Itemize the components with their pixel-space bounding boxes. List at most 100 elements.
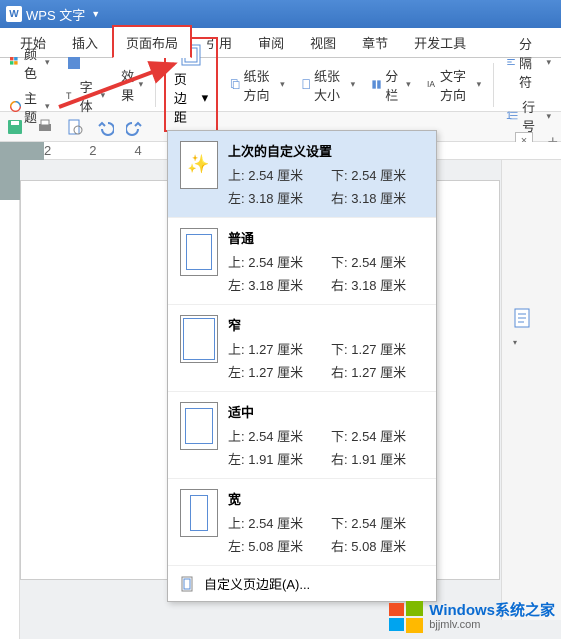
line-number-icon: 1 xyxy=(506,108,519,124)
preset-title: 上次的自定义设置 xyxy=(228,141,424,160)
columns-button[interactable]: 分栏▾ xyxy=(367,64,415,106)
custom-margins-label: 自定义页边距(A)... xyxy=(204,574,310,593)
app-logo: W xyxy=(6,6,22,22)
line-numbers-button[interactable]: 1 行号▾ xyxy=(502,95,555,137)
line-numbers-label: 行号 xyxy=(522,97,543,135)
breaks-button[interactable]: 分隔符▾ xyxy=(502,32,555,93)
ruler-margin xyxy=(0,160,20,200)
preset-left: 左: 3.18 厘米 xyxy=(228,188,321,207)
size-button[interactable]: 纸张大小▾ xyxy=(297,64,360,106)
square-icon xyxy=(66,55,82,71)
ruler-tick: 4 xyxy=(134,143,141,158)
save-icon[interactable] xyxy=(6,118,24,136)
size-label: 纸张大小 xyxy=(314,66,348,104)
effect-label: 效果 xyxy=(121,66,135,104)
breaks-label: 分隔符 xyxy=(519,34,544,91)
undo-icon[interactable] xyxy=(96,118,114,136)
page-size-icon xyxy=(301,77,311,93)
preset-top: 上: 2.54 厘米 xyxy=(228,513,321,532)
title-bar: W WPS 文字 ▼ xyxy=(0,0,561,28)
preset-bottom: 下: 2.54 厘米 xyxy=(331,165,424,184)
ribbon: 颜色▾ 主题▾ T 字体▾ 效果▾ 页边距▾ 纸张方向▾ 纸张大小▾ xyxy=(0,58,561,112)
tab-sections[interactable]: 章节 xyxy=(350,27,400,57)
preset-title: 窄 xyxy=(228,315,424,334)
app-dropdown-icon[interactable]: ▼ xyxy=(91,9,100,19)
chevron-down-icon: ▾ xyxy=(513,338,517,347)
margins-preset-narrow[interactable]: 窄 上: 1.27 厘米 下: 1.27 厘米 左: 1.27 厘米 右: 1.… xyxy=(168,305,436,392)
tab-view[interactable]: 视图 xyxy=(298,27,348,57)
chevron-down-icon: ▾ xyxy=(546,57,551,68)
orientation-icon xyxy=(230,77,240,93)
vertical-ruler[interactable] xyxy=(0,160,20,639)
tab-page-layout[interactable]: 页面布局 xyxy=(112,25,192,58)
watermark: Windows系统之家 bjjmlv.com xyxy=(389,601,555,633)
preset-thumb-icon xyxy=(180,402,218,450)
tab-developer[interactable]: 开发工具 xyxy=(402,27,478,57)
columns-label: 分栏 xyxy=(385,66,403,104)
print-icon[interactable] xyxy=(36,118,54,136)
colors-button[interactable]: 颜色▾ xyxy=(6,42,54,84)
chevron-down-icon: ▾ xyxy=(101,90,106,101)
chevron-down-icon: ▾ xyxy=(406,79,411,90)
separator xyxy=(493,63,494,107)
svg-text:T: T xyxy=(66,91,72,101)
windows-logo-icon xyxy=(389,601,425,633)
chevron-down-icon: ▾ xyxy=(202,90,209,106)
preset-right: 右: 5.08 厘米 xyxy=(331,536,424,555)
right-panel: ▾ xyxy=(501,160,561,620)
margins-custom[interactable]: 自定义页边距(A)... xyxy=(168,566,436,601)
preset-left: 左: 5.08 厘米 xyxy=(228,536,321,555)
tab-review[interactable]: 审阅 xyxy=(246,27,296,57)
margins-preset-normal[interactable]: 普通 上: 2.54 厘米 下: 2.54 厘米 左: 3.18 厘米 右: 3… xyxy=(168,218,436,305)
preset-thumb-icon xyxy=(180,228,218,276)
margins-preset-wide[interactable]: 宽 上: 2.54 厘米 下: 2.54 厘米 左: 5.08 厘米 右: 5.… xyxy=(168,479,436,566)
ruler-tick: 2 xyxy=(89,143,96,158)
preset-bottom: 下: 1.27 厘米 xyxy=(331,339,424,358)
svg-text:IA: IA xyxy=(427,79,435,89)
preview-icon[interactable] xyxy=(66,118,84,136)
preset-right: 右: 3.18 厘米 xyxy=(331,275,424,294)
margins-preset-last[interactable]: 上次的自定义设置 上: 2.54 厘米 下: 2.54 厘米 左: 3.18 厘… xyxy=(168,131,436,218)
ruler-margin xyxy=(0,142,44,160)
font-button[interactable]: T 字体▾ xyxy=(62,75,110,117)
preset-bottom: 下: 2.54 厘米 xyxy=(331,513,424,532)
preset-thumb-icon xyxy=(180,141,218,189)
preset-title: 宽 xyxy=(228,489,424,508)
chevron-down-icon: ▾ xyxy=(45,57,50,68)
colors-icon xyxy=(10,55,21,71)
preset-thumb-icon xyxy=(180,315,218,363)
orientation-button[interactable]: 纸张方向▾ xyxy=(226,64,289,106)
shape-button[interactable] xyxy=(62,53,110,73)
preset-top: 上: 2.54 厘米 xyxy=(228,252,321,271)
ruler-tick: 2 xyxy=(44,143,51,158)
watermark-url: bjjmlv.com xyxy=(429,619,555,631)
font-icon: T xyxy=(66,88,77,104)
text-direction-icon: IA xyxy=(427,77,437,93)
preset-title: 适中 xyxy=(228,402,424,421)
page-properties-icon[interactable]: ▾ xyxy=(513,308,533,330)
font-label: 字体 xyxy=(80,77,98,115)
preset-title: 普通 xyxy=(228,228,424,247)
margins-label: 页边距 xyxy=(174,69,200,126)
preset-top: 上: 2.54 厘米 xyxy=(228,426,321,445)
theme-icon xyxy=(10,99,21,115)
preset-top: 上: 2.54 厘米 xyxy=(228,165,321,184)
preset-left: 左: 1.91 厘米 xyxy=(228,449,321,468)
watermark-title: Windows系统之家 xyxy=(429,603,555,620)
chevron-down-icon: ▾ xyxy=(45,101,50,112)
redo-icon[interactable] xyxy=(126,118,144,136)
effect-button[interactable]: 效果 ▾ xyxy=(117,64,147,106)
preset-bottom: 下: 2.54 厘米 xyxy=(331,252,424,271)
chevron-down-icon: ▾ xyxy=(139,79,144,90)
orientation-label: 纸张方向 xyxy=(243,66,277,104)
preset-left: 左: 1.27 厘米 xyxy=(228,362,321,381)
chevron-down-icon: ▾ xyxy=(477,79,482,90)
custom-margins-icon xyxy=(180,576,196,592)
preset-top: 上: 1.27 厘米 xyxy=(228,339,321,358)
app-name: WPS 文字 xyxy=(26,5,85,24)
chevron-down-icon: ▾ xyxy=(351,79,356,90)
direction-button[interactable]: IA 文字方向▾ xyxy=(423,64,486,106)
margins-preset-moderate[interactable]: 适中 上: 2.54 厘米 下: 2.54 厘米 左: 1.91 厘米 右: 1… xyxy=(168,392,436,479)
preset-thumb-icon xyxy=(180,489,218,537)
preset-left: 左: 3.18 厘米 xyxy=(228,275,321,294)
